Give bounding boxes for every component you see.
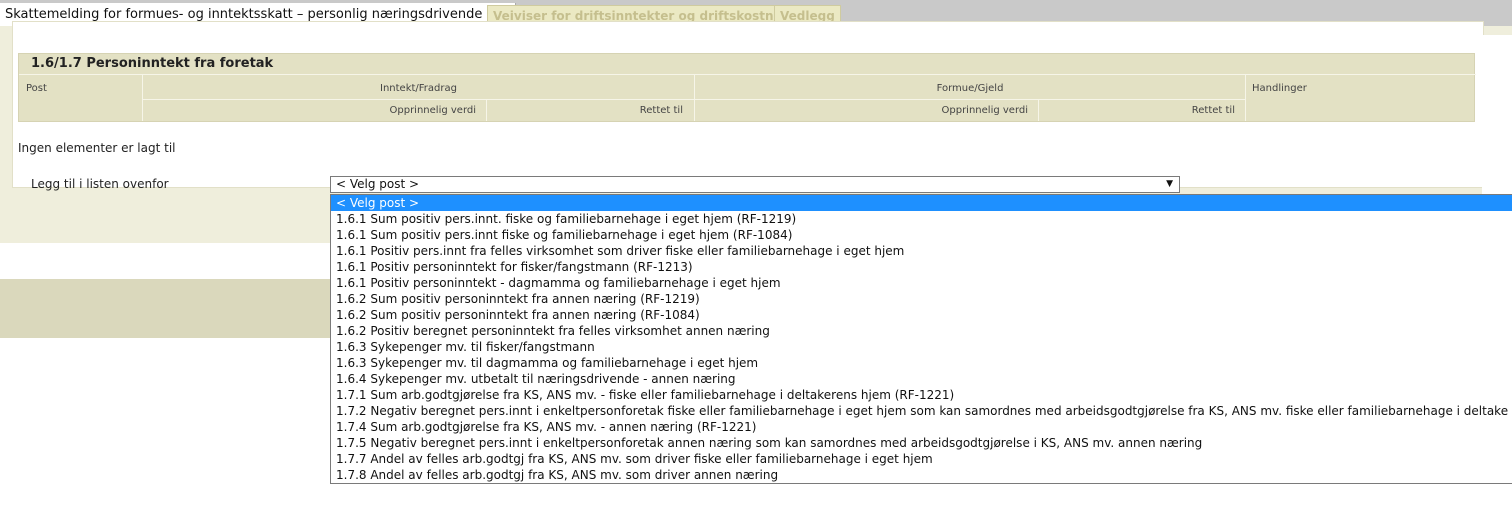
add-to-list-label: Legg til i listen ovenfor: [31, 177, 169, 191]
dropdown-option[interactable]: 1.7.7 Andel av felles arb.godtgj fra KS,…: [331, 451, 1512, 467]
dropdown-option[interactable]: 1.7.8 Andel av felles arb.godtgj fra KS,…: [331, 467, 1512, 483]
header-handlinger: Handlinger: [1252, 83, 1307, 94]
dropdown-option[interactable]: 1.6.1 Positiv personinntekt - dagmamma o…: [331, 275, 1512, 291]
table-divider: [143, 99, 1245, 100]
dropdown-option[interactable]: 1.7.5 Negativ beregnet pers.innt i enkel…: [331, 435, 1512, 451]
dropdown-option[interactable]: 1.6.1 Sum positiv pers.innt fiske og fam…: [331, 227, 1512, 243]
post-select-value: < Velg post >: [336, 177, 420, 191]
dropdown-option[interactable]: 1.6.3 Sykepenger mv. til dagmamma og fam…: [331, 355, 1512, 371]
post-select[interactable]: < Velg post > ▼: [330, 176, 1180, 193]
header-inntekt-fradrag: Inntekt/Fradrag: [380, 83, 457, 94]
header-opprinnelig-verdi: Opprinnelig verdi: [941, 105, 1029, 116]
header-formue-gjeld: Formue/Gjeld: [936, 83, 1004, 94]
dropdown-option[interactable]: 1.6.1 Positiv personinntekt for fisker/f…: [331, 259, 1512, 275]
dropdown-option[interactable]: 1.7.2 Negativ beregnet pers.innt i enkel…: [331, 403, 1512, 419]
table-divider: [1245, 75, 1246, 121]
section-table: 1.6/1.7 Personinntekt fra foretak Post I…: [18, 53, 1476, 122]
dropdown-option[interactable]: 1.7.1 Sum arb.godtgjørelse fra KS, ANS m…: [331, 387, 1512, 403]
dropdown-option[interactable]: 1.7.4 Sum arb.godtgjørelse fra KS, ANS m…: [331, 419, 1512, 435]
section-title: 1.6/1.7 Personinntekt fra foretak: [31, 56, 274, 71]
table-divider: [19, 74, 1476, 75]
chevron-down-icon[interactable]: ▼: [1166, 177, 1173, 192]
header-rettet-til: Rettet til: [639, 105, 683, 116]
panel-scroll-edge: [1482, 35, 1512, 195]
dropdown-option[interactable]: 1.6.1 Sum positiv pers.innt. fiske og fa…: [331, 211, 1512, 227]
post-dropdown-list[interactable]: < Velg post > 1.6.1 Sum positiv pers.inn…: [330, 194, 1512, 484]
header-opprinnelig-verdi: Opprinnelig verdi: [389, 105, 477, 116]
dropdown-option-selected[interactable]: < Velg post >: [331, 195, 1512, 211]
header-post: Post: [26, 83, 47, 94]
dropdown-option[interactable]: 1.6.2 Positiv beregnet personinntekt fra…: [331, 323, 1512, 339]
dropdown-option[interactable]: 1.6.2 Sum positiv personinntekt fra anne…: [331, 291, 1512, 307]
dropdown-option[interactable]: 1.6.2 Sum positiv personinntekt fra anne…: [331, 307, 1512, 323]
empty-list-message: Ingen elementer er lagt til: [18, 141, 176, 155]
dropdown-option[interactable]: 1.6.4 Sykepenger mv. utbetalt til næring…: [331, 371, 1512, 387]
dropdown-option[interactable]: 1.6.3 Sykepenger mv. til fisker/fangstma…: [331, 339, 1512, 355]
header-rettet-til: Rettet til: [1191, 105, 1235, 116]
dropdown-option[interactable]: 1.6.1 Positiv pers.innt fra felles virks…: [331, 243, 1512, 259]
